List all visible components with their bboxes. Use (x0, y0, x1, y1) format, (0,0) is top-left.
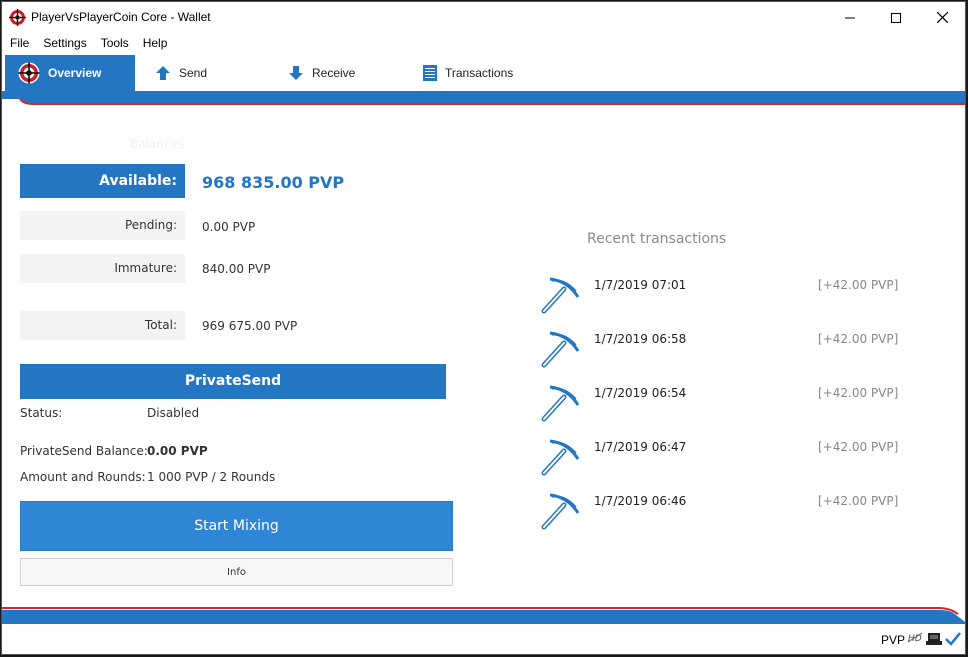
tab-receive-label: Receive (312, 66, 356, 80)
total-label: Total: (20, 311, 185, 340)
transaction-row[interactable]: 1/7/2019 06:47 [+42.00 PVP] (540, 437, 900, 481)
window-title: PlayerVsPlayerCoin Core - Wallet (31, 10, 211, 24)
pickaxe-icon (541, 277, 580, 314)
footer-band (2, 607, 965, 624)
menu-settings[interactable]: Settings (35, 33, 86, 55)
pending-value: 0.00 PVP (202, 220, 256, 234)
header-band (2, 91, 965, 105)
tab-overview[interactable]: Overview (5, 55, 135, 91)
balances-heading: Balances (130, 137, 185, 151)
transaction-amount: [+42.00 PVP] (818, 440, 899, 454)
list-icon (423, 65, 437, 81)
transaction-row[interactable]: 1/7/2019 07:01 [+42.00 PVP] (540, 275, 900, 319)
overview-icon (18, 62, 40, 84)
svg-text:HD: HD (908, 634, 922, 644)
pickaxe-icon (541, 439, 580, 476)
tab-send-label: Send (179, 66, 208, 80)
transaction-row[interactable]: 1/7/2019 06:58 [+42.00 PVP] (540, 329, 900, 373)
menu-tools[interactable]: Tools (93, 33, 129, 55)
transaction-amount: [+42.00 PVP] (818, 494, 899, 508)
transaction-date: 1/7/2019 06:58 (594, 332, 687, 346)
immature-label: Immature: (20, 254, 185, 283)
transaction-amount: [+42.00 PVP] (818, 278, 899, 292)
privatesend-balance-value: 0.00 PVP (147, 444, 208, 458)
transaction-amount: [+42.00 PVP] (818, 386, 899, 400)
info-button[interactable]: Info (20, 558, 453, 586)
tab-overview-label: Overview (48, 66, 102, 80)
tab-transactions-label: Transactions (445, 66, 514, 80)
menu-help[interactable]: Help (135, 33, 168, 55)
network-icon[interactable] (926, 630, 942, 646)
transaction-date: 1/7/2019 06:54 (594, 386, 687, 400)
privatesend-balance-label: PrivateSend Balance: (20, 444, 148, 458)
maximize-button[interactable] (873, 2, 919, 33)
privatesend-header: PrivateSend (20, 364, 446, 399)
total-value: 969 675.00 PVP (202, 319, 298, 333)
immature-value: 840.00 PVP (202, 262, 271, 276)
available-value: 968 835.00 PVP (202, 173, 345, 192)
tab-transactions[interactable]: Transactions (423, 55, 513, 91)
transaction-date: 1/7/2019 06:46 (594, 494, 687, 508)
pickaxe-icon (541, 493, 580, 530)
minimize-icon (845, 17, 855, 18)
start-mixing-button[interactable]: Start Mixing (20, 501, 453, 551)
transaction-date: 1/7/2019 07:01 (594, 278, 687, 292)
recent-transactions-heading: Recent transactions (587, 231, 727, 247)
arrow-up-icon (156, 66, 170, 80)
transaction-row[interactable]: 1/7/2019 06:54 [+42.00 PVP] (540, 383, 900, 427)
wallet-window: PlayerVsPlayerCoin Core - Wallet File Se… (1, 1, 966, 655)
synced-check-icon[interactable] (944, 630, 962, 648)
pending-label: Pending: (20, 211, 185, 240)
status-value: Disabled (147, 406, 200, 420)
status-bar: PVP HD (2, 626, 965, 654)
close-icon (936, 12, 948, 23)
transaction-row[interactable]: 1/7/2019 06:46 [+42.00 PVP] (540, 491, 900, 535)
tab-send[interactable]: Send (155, 55, 207, 91)
arrow-down-icon (289, 66, 303, 80)
pickaxe-icon (541, 385, 580, 422)
transaction-amount: [+42.00 PVP] (818, 332, 899, 346)
title-bar: PlayerVsPlayerCoin Core - Wallet (2, 2, 965, 33)
toolbar: Overview Send Receive Transactions (2, 55, 965, 91)
unit-label[interactable]: PVP (881, 633, 905, 647)
maximize-icon (891, 12, 901, 23)
available-label: Available: (20, 164, 185, 198)
close-button[interactable] (919, 2, 965, 33)
minimize-button[interactable] (827, 2, 873, 33)
hd-disabled-icon: HD (907, 632, 923, 644)
app-logo-icon (9, 9, 26, 26)
menu-bar: File Settings Tools Help (2, 33, 965, 55)
amount-rounds-value: 1 000 PVP / 2 Rounds (147, 470, 276, 484)
pickaxe-icon (541, 331, 580, 368)
status-label: Status: (20, 406, 63, 420)
menu-file[interactable]: File (2, 33, 29, 55)
tab-receive[interactable]: Receive (288, 55, 355, 91)
transaction-date: 1/7/2019 06:47 (594, 440, 687, 454)
amount-rounds-label: Amount and Rounds: (20, 470, 146, 484)
